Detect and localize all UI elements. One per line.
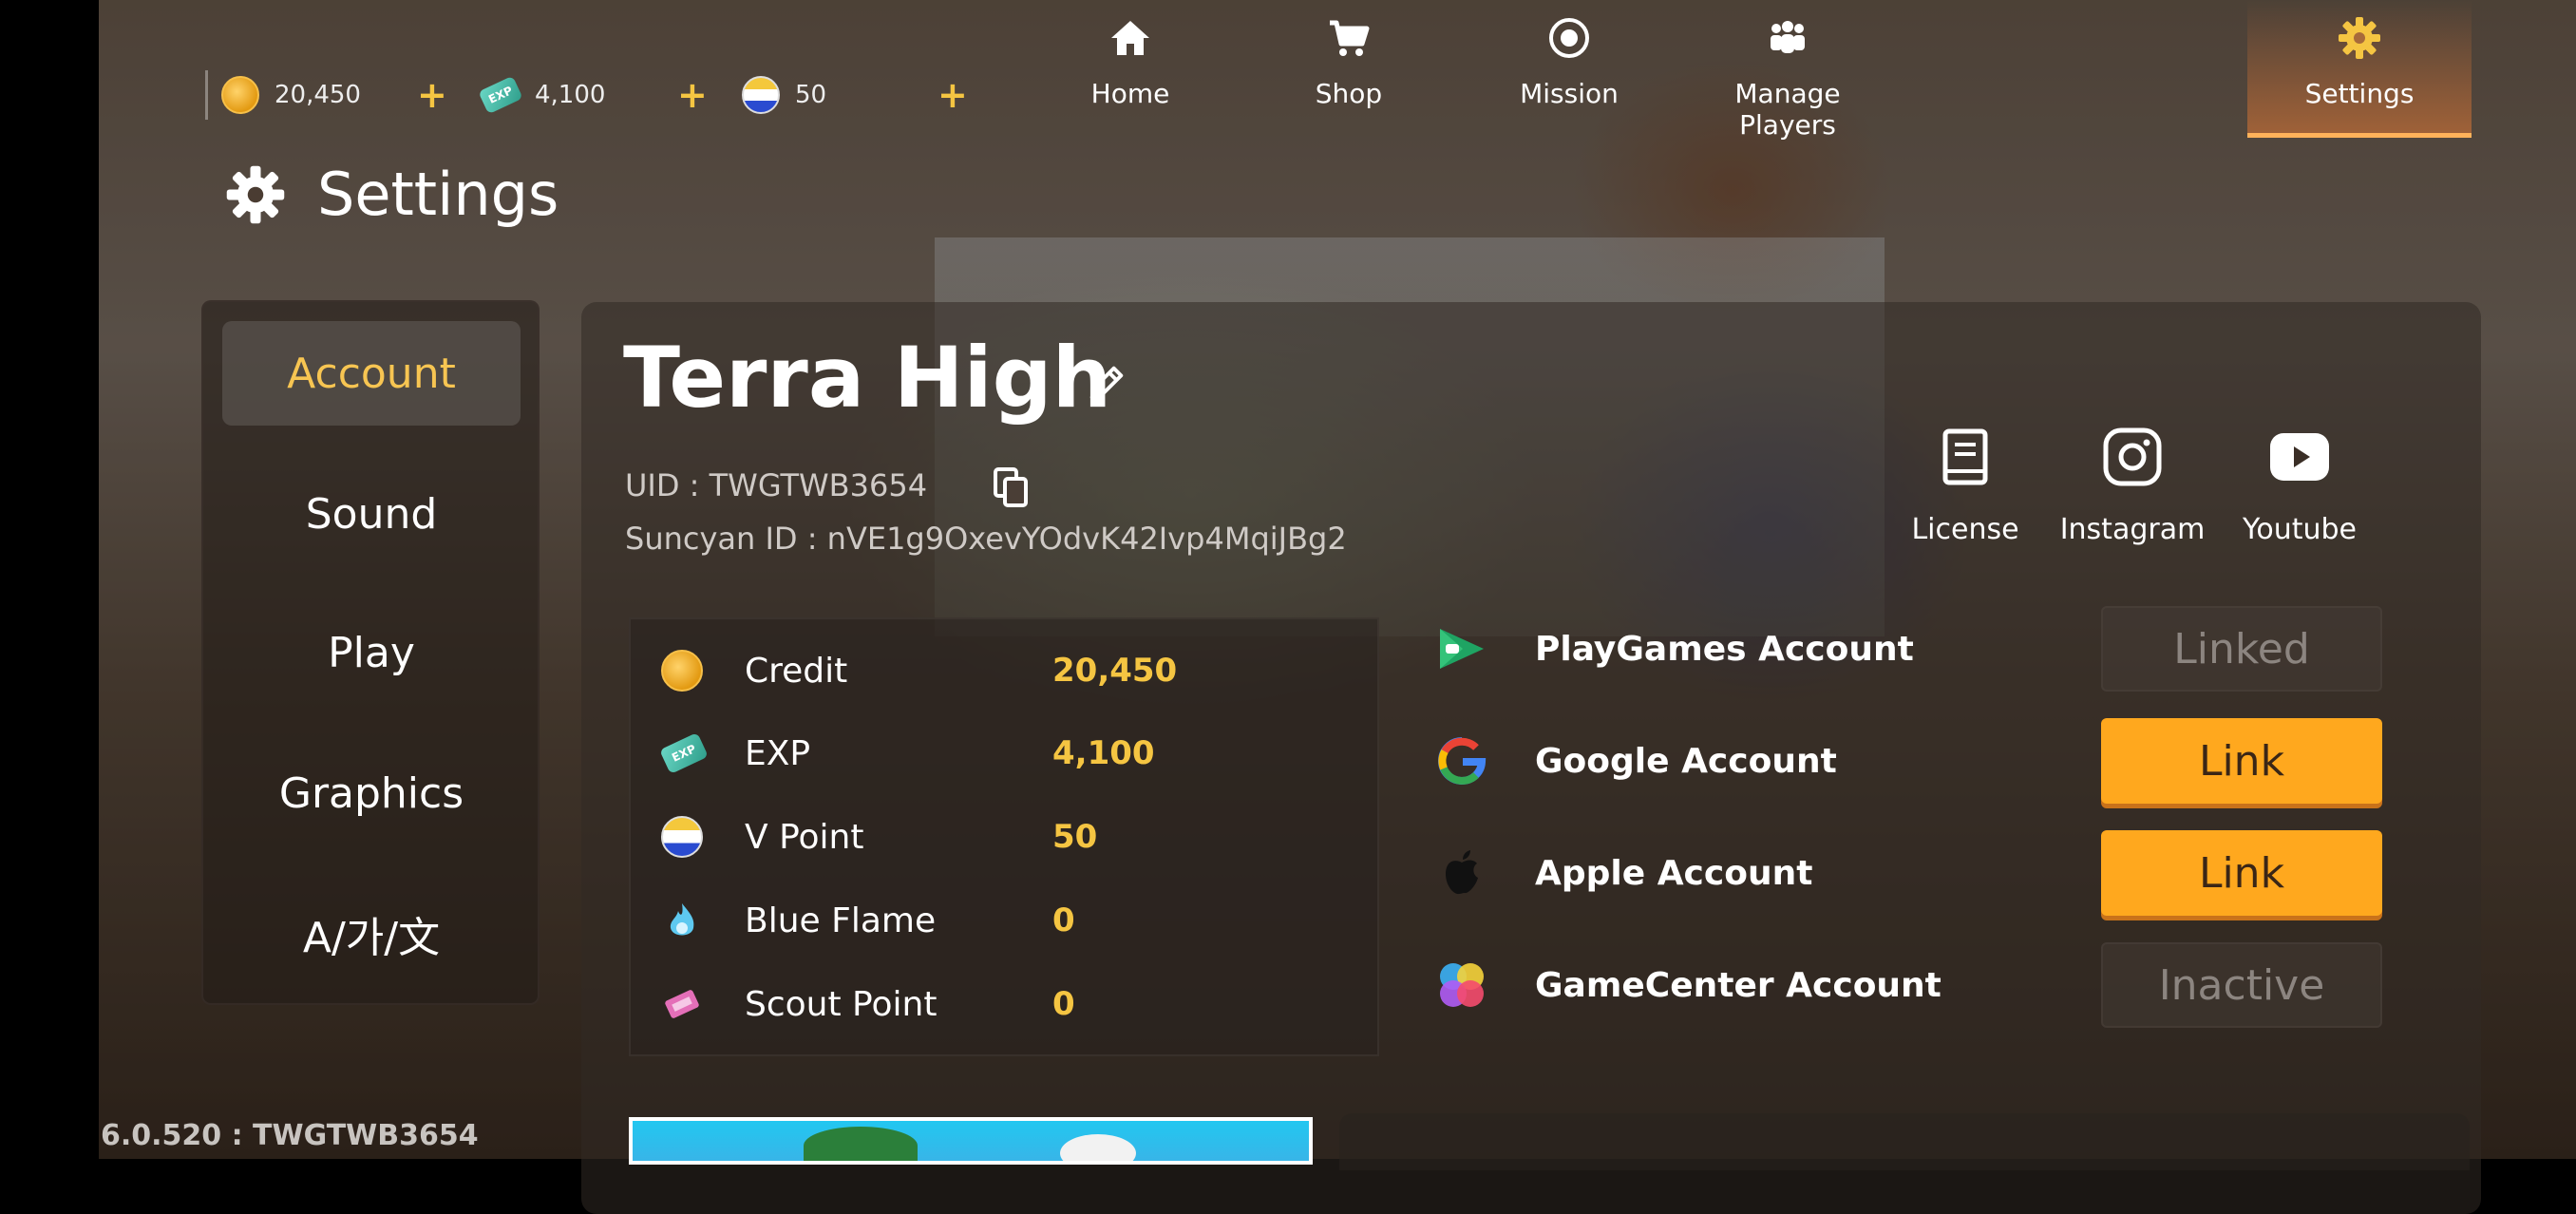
instagram-link[interactable]: Instagram (2052, 426, 2213, 546)
vpoint-ball-icon (742, 76, 780, 114)
tab-language[interactable]: A/가/文 (222, 882, 521, 986)
scout-ticket-icon (665, 990, 699, 1018)
currency-row-exp: EXP EXP 4,100 (631, 711, 1381, 795)
currency-name: V Point (745, 817, 864, 857)
youtube-link[interactable]: Youtube (2219, 426, 2380, 546)
playgames-icon (1440, 629, 1484, 669)
add-vpoint-button[interactable]: + (938, 74, 968, 116)
version-text: 6.0.520 : TWGTWB3654 (101, 1119, 479, 1152)
currency-name: Scout Point (745, 984, 938, 1024)
vpoint-ball-icon (661, 816, 703, 858)
screen-edge (0, 0, 99, 1159)
nav-manage-players[interactable]: Manage Players (1683, 15, 1892, 141)
gamecenter-inactive-button: Inactive (2101, 942, 2382, 1028)
nav-home-label: Home (1090, 78, 1170, 109)
currency-value: 0 (1052, 901, 1075, 939)
currency-name: Credit (745, 651, 848, 691)
exp-currency: EXP 4,100 + (478, 74, 742, 116)
team-name: Terra High (623, 329, 1112, 427)
instagram-icon (2103, 427, 2162, 486)
currency-table: Credit 20,450 EXP EXP 4,100 V Point 50 B… (629, 617, 1379, 1056)
account-name: GameCenter Account (1535, 965, 1941, 1005)
apple-icon (1446, 850, 1478, 895)
currency-value: 0 (1052, 985, 1075, 1023)
home-icon (1111, 21, 1149, 55)
page-title: Settings (224, 160, 559, 229)
credit-coin-icon (661, 650, 703, 692)
pencil-edit-icon[interactable] (1085, 361, 1128, 405)
account-name: PlayGames Account (1535, 629, 1914, 669)
suncyan-id-text: Suncyan ID : nVE1g9OxevYOdvK42Ivp4MqiJBg… (625, 521, 1347, 557)
book-icon (1942, 428, 1988, 485)
add-credit-button[interactable]: + (417, 74, 447, 116)
uid-text: UID : TWGTWB3654 (625, 467, 928, 503)
license-label: License (1911, 513, 2019, 546)
currency-row-blue-flame: Blue Flame 0 (631, 879, 1381, 962)
currency-row-credit: Credit 20,450 (631, 629, 1381, 712)
tab-graphics[interactable]: Graphics (222, 741, 521, 845)
currency-value: 4,100 (1052, 734, 1155, 772)
instagram-label: Instagram (2059, 513, 2206, 546)
target-icon (1549, 18, 1589, 58)
currency-row-vpoint: V Point 50 (631, 795, 1381, 879)
blue-flame-icon (670, 903, 694, 936)
currency-name: EXP (745, 733, 811, 773)
settings-tabs: Account Sound Play Graphics A/가/文 (201, 300, 540, 1005)
account-name: Apple Account (1535, 853, 1813, 893)
apple-link-button[interactable]: Link (2101, 830, 2382, 916)
lower-panel (1339, 1113, 2470, 1170)
cart-icon (1330, 20, 1370, 56)
nav-shop[interactable]: Shop (1244, 15, 1453, 129)
copy-icon[interactable] (992, 465, 1030, 509)
currency-name: Blue Flame (745, 901, 937, 940)
tab-play[interactable]: Play (222, 600, 521, 705)
license-link[interactable]: License (1885, 426, 2046, 546)
credit-coin-icon (221, 76, 259, 114)
add-exp-button[interactable]: + (677, 74, 708, 116)
page-title-label: Settings (317, 160, 559, 229)
nav-shop-label: Shop (1315, 78, 1383, 109)
currency-value: 50 (1052, 818, 1098, 856)
vpoint-value: 50 (795, 81, 827, 109)
youtube-icon (2270, 433, 2329, 481)
banner-image[interactable] (629, 1117, 1313, 1165)
exp-ticket-icon: EXP (478, 75, 523, 115)
currency-row-scout-point: Scout Point 0 (631, 962, 1381, 1046)
tab-sound[interactable]: Sound (222, 462, 521, 566)
currency-value: 20,450 (1052, 652, 1178, 690)
vpoint-currency: 50 + (742, 74, 1002, 116)
gear-icon (226, 165, 285, 223)
exp-value: 4,100 (535, 81, 606, 109)
nav-home[interactable]: Home (1026, 15, 1235, 129)
playgames-linked-button: Linked (2101, 606, 2382, 692)
account-row-google: Google Account Link (1434, 718, 2384, 804)
account-name: Google Account (1535, 741, 1837, 781)
gamecenter-icon (1440, 963, 1484, 1007)
nav-settings-label: Settings (2304, 78, 2415, 109)
youtube-label: Youtube (2243, 513, 2357, 546)
account-row-playgames: PlayGames Account Linked (1434, 606, 2384, 692)
credit-currency: 20,450 + (221, 74, 482, 116)
nav-manage-players-label: Manage Players (1734, 78, 1841, 141)
tab-account[interactable]: Account (222, 321, 521, 426)
nav-mission-label: Mission (1520, 78, 1619, 109)
google-icon (1438, 737, 1487, 785)
google-link-button[interactable]: Link (2101, 718, 2382, 804)
nav-mission[interactable]: Mission (1465, 15, 1674, 129)
account-row-gamecenter: GameCenter Account Inactive (1434, 942, 2384, 1028)
players-icon (1771, 21, 1805, 53)
account-row-apple: Apple Account Link (1434, 830, 2384, 916)
exp-ticket-icon: EXP (659, 732, 709, 774)
currency-bar: 20,450 + EXP 4,100 + 50 + (205, 70, 1002, 120)
nav-settings[interactable]: Settings (2247, 0, 2472, 138)
credit-value: 20,450 (275, 81, 361, 109)
gear-icon (2339, 17, 2380, 59)
